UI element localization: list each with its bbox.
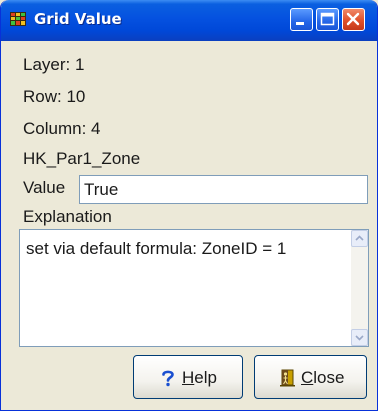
explanation-text: set via default formula: ZoneID = 1 xyxy=(26,239,287,258)
close-button[interactable]: Close xyxy=(254,355,367,399)
help-button-label: Help xyxy=(182,368,217,387)
column-label: Column: 4 xyxy=(23,119,101,138)
question-mark-icon xyxy=(160,369,176,392)
chevron-down-icon xyxy=(355,335,364,341)
explanation-label: Explanation xyxy=(23,207,112,226)
row-label: Row: 10 xyxy=(23,87,86,106)
layer-label: Layer: 1 xyxy=(23,55,85,74)
grid-value-dialog: Grid Value Layer: 1 Row: 10 Column: 4 HK… xyxy=(0,0,378,411)
chevron-up-icon xyxy=(355,235,364,241)
close-window-button[interactable] xyxy=(342,8,365,31)
help-button[interactable]: Help xyxy=(133,355,243,399)
value-label: Value xyxy=(23,178,66,197)
parameter-name: HK_Par1_Zone xyxy=(23,149,141,168)
explanation-scrollbar[interactable] xyxy=(351,230,368,346)
maximize-icon xyxy=(320,12,335,26)
minimize-icon xyxy=(296,22,304,25)
scroll-down-button[interactable] xyxy=(351,329,368,346)
grid-app-icon xyxy=(9,10,27,28)
minimize-button[interactable] xyxy=(290,8,313,31)
window-title: Grid Value xyxy=(34,10,122,28)
close-button-label: Close xyxy=(301,368,345,387)
title-bar[interactable]: Grid Value xyxy=(1,0,377,41)
value-field[interactable] xyxy=(79,175,368,204)
maximize-button[interactable] xyxy=(316,8,339,31)
scroll-up-button[interactable] xyxy=(351,230,368,247)
door-exit-icon xyxy=(280,369,297,392)
explanation-textarea[interactable]: set via default formula: ZoneID = 1 xyxy=(19,229,369,347)
close-icon xyxy=(346,12,360,26)
